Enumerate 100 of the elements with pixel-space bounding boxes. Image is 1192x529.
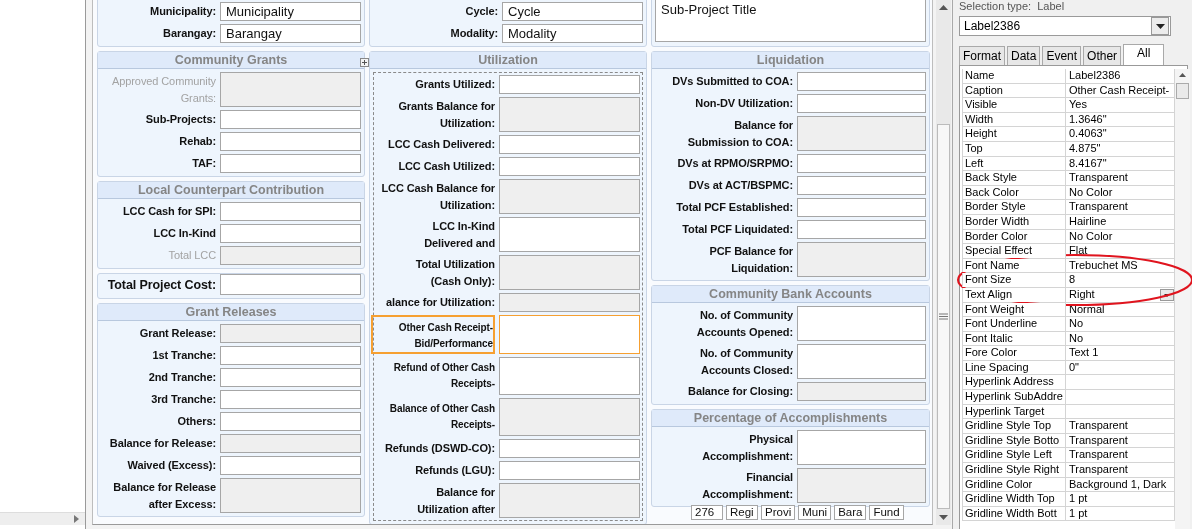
section-header: Utilization	[370, 52, 646, 69]
section-header: Community Bank Accounts	[652, 286, 929, 303]
text-field[interactable]: Municipality	[220, 2, 361, 21]
property-scrollbar[interactable]	[1175, 69, 1190, 529]
text-field[interactable]	[499, 135, 640, 154]
text-field[interactable]	[797, 198, 926, 217]
field-label: Sub-Projects:	[144, 112, 216, 127]
scrollbar-thumb[interactable]	[1176, 83, 1189, 99]
computed-field[interactable]	[499, 179, 640, 214]
text-field[interactable]	[499, 75, 640, 94]
section-header: Percentage of Accomplishments	[652, 410, 929, 427]
text-field[interactable]	[220, 224, 361, 243]
text-field[interactable]	[220, 412, 361, 431]
property-name: Visible	[962, 98, 1066, 112]
small-field[interactable]: Muni	[798, 505, 832, 520]
text-field[interactable]	[499, 461, 640, 480]
text-field[interactable]	[499, 157, 640, 176]
property-name: Name	[962, 69, 1066, 83]
text-field[interactable]	[499, 315, 640, 354]
vertical-scrollbar[interactable]	[936, 0, 951, 525]
field-label: LCC Cash Utilized:	[397, 159, 495, 174]
computed-field[interactable]	[220, 246, 361, 265]
computed-field[interactable]	[499, 483, 640, 518]
property-name: Gridline Style Left	[962, 448, 1066, 463]
computed-field[interactable]	[797, 382, 926, 401]
computed-field[interactable]	[499, 398, 640, 436]
field-label: LCC Cash Balance for Utilization:	[380, 181, 495, 213]
field-label: Grant Release:	[138, 326, 216, 341]
text-field[interactable]	[220, 132, 361, 151]
computed-field[interactable]	[220, 434, 361, 453]
section-header: Grant Releases	[98, 304, 364, 321]
text-field[interactable]	[797, 72, 926, 91]
field-label: Barangay:	[162, 26, 216, 41]
field-label: Municipality:	[149, 4, 216, 19]
text-field[interactable]	[220, 368, 361, 387]
property-name: Font Underline	[962, 317, 1066, 331]
property-tab[interactable]: Event	[1042, 46, 1082, 65]
property-name: Fore Color	[962, 346, 1066, 360]
text-field[interactable]	[220, 110, 361, 129]
property-tab[interactable]: Other	[1083, 46, 1122, 65]
object-dropdown[interactable]: Label2386	[959, 16, 1171, 36]
text-field[interactable]	[797, 306, 926, 341]
small-field[interactable]: Regi	[726, 505, 758, 520]
text-field[interactable]	[797, 220, 926, 239]
text-field[interactable]	[220, 274, 361, 295]
field-label: Cycle:	[464, 4, 498, 19]
text-field[interactable]	[797, 344, 926, 379]
field-label: Balance of Other Cash Receipts-	[388, 402, 495, 432]
grip-icon	[939, 313, 948, 320]
field-label: Approved Community Grants:	[111, 74, 216, 106]
text-field[interactable]	[499, 439, 640, 458]
text-field[interactable]: Modality	[502, 24, 643, 43]
scrollbar-thumb[interactable]	[937, 124, 950, 509]
text-field[interactable]	[220, 346, 361, 365]
property-tab[interactable]: All	[1123, 44, 1165, 65]
computed-field[interactable]	[797, 116, 926, 151]
small-field[interactable]: Bara	[834, 505, 867, 520]
field-label: PCF Balance for Liquidation:	[708, 244, 793, 276]
text-field[interactable]	[797, 176, 926, 195]
text-area[interactable]: Sub-Project Title	[655, 0, 926, 42]
text-field[interactable]	[220, 390, 361, 409]
text-field[interactable]	[499, 217, 640, 252]
property-name: Hyperlink Address	[962, 375, 1066, 390]
field-label: Financial Accomplishment:	[701, 470, 793, 502]
small-field[interactable]: 276	[691, 505, 723, 520]
field-label: Others:	[176, 414, 216, 429]
computed-field[interactable]	[499, 255, 640, 290]
small-field[interactable]: Fund	[869, 505, 904, 520]
computed-field[interactable]	[797, 468, 926, 503]
computed-field[interactable]	[220, 72, 361, 107]
computed-field[interactable]	[499, 97, 640, 132]
small-field[interactable]: Provi	[761, 505, 796, 520]
field-label: No. of Community Accounts Closed:	[698, 346, 793, 378]
text-field[interactable]: Barangay	[220, 24, 361, 43]
computed-field[interactable]	[220, 478, 361, 513]
computed-field[interactable]	[797, 242, 926, 277]
field-label: alance for Utilization:	[385, 295, 495, 310]
text-field[interactable]: Cycle	[502, 2, 643, 21]
text-field[interactable]	[220, 154, 361, 173]
property-name: Border Style	[962, 200, 1066, 214]
text-field[interactable]	[797, 430, 926, 465]
property-name: Font Size	[962, 273, 1066, 287]
text-field[interactable]	[797, 94, 926, 113]
property-value[interactable]: Right	[1066, 287, 1175, 302]
computed-field[interactable]	[220, 324, 361, 343]
field-label: Total Utilization (Cash Only):	[414, 257, 495, 289]
dropdown-arrow-icon	[1155, 23, 1165, 29]
property-name: Special Effect	[962, 244, 1066, 258]
text-field[interactable]	[499, 357, 640, 395]
property-tab[interactable]: Format	[959, 46, 1005, 65]
text-field[interactable]	[797, 154, 926, 173]
section-header: Liquidation	[652, 52, 929, 69]
field-label: DVs Submitted to COA:	[671, 74, 793, 89]
text-field[interactable]	[220, 456, 361, 475]
property-tab[interactable]: Data	[1007, 46, 1041, 65]
field-label: DVs at RPMO/SRPMO:	[676, 156, 793, 171]
field-label: Grants Balance for Utilization:	[397, 99, 495, 131]
text-field[interactable]	[220, 202, 361, 221]
horizontal-scrollbar[interactable]	[0, 512, 85, 525]
computed-field[interactable]	[499, 293, 640, 312]
